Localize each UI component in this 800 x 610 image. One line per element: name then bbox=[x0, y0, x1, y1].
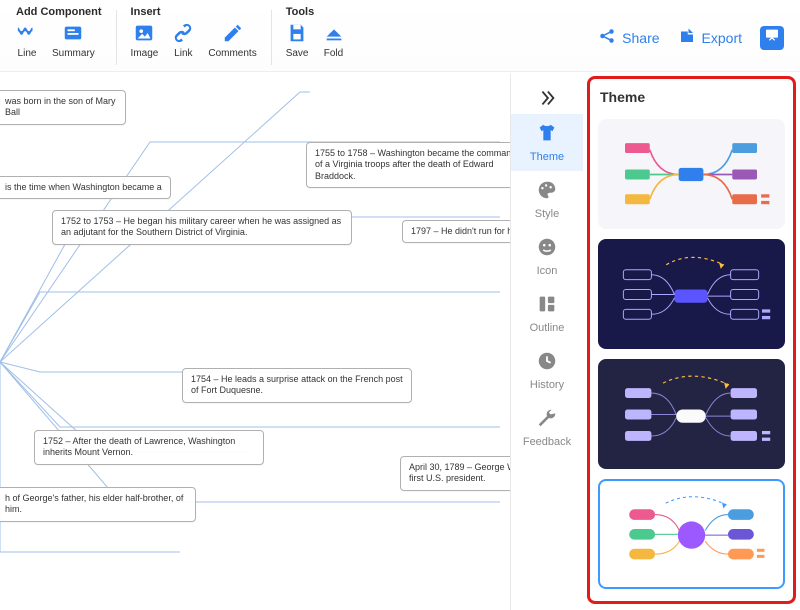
toolbar-divider bbox=[116, 10, 117, 65]
image-label: Image bbox=[131, 48, 159, 59]
fold-label: Fold bbox=[324, 48, 343, 59]
sidebar-tab-history[interactable]: History bbox=[511, 342, 583, 399]
summary-icon bbox=[62, 22, 84, 44]
tab-label: Style bbox=[535, 208, 559, 220]
line-button[interactable]: Line bbox=[14, 22, 40, 59]
theme-preview-icon bbox=[605, 125, 777, 224]
comments-button[interactable]: Comments bbox=[206, 22, 258, 59]
summary-label: Summary bbox=[52, 48, 95, 59]
line-label: Line bbox=[18, 48, 37, 59]
sidebar-tab-feedback[interactable]: Feedback bbox=[511, 399, 583, 456]
theme-preview-icon bbox=[611, 488, 772, 579]
export-label: Export bbox=[702, 30, 742, 46]
sidebar-tab-style[interactable]: Style bbox=[511, 171, 583, 228]
share-icon bbox=[598, 27, 616, 48]
share-button[interactable]: Share bbox=[598, 27, 659, 48]
save-icon bbox=[286, 22, 308, 44]
tshirt-icon bbox=[536, 122, 558, 149]
theme-preview-icon bbox=[605, 365, 777, 464]
mindmap-node[interactable]: h of George's father, his elder half-bro… bbox=[0, 487, 196, 522]
node-text: 1752 to 1753 – He began his military car… bbox=[61, 216, 341, 237]
presentation-button[interactable] bbox=[760, 26, 784, 50]
group-add-component: Add Component Line Summary bbox=[10, 4, 108, 71]
tab-label: Feedback bbox=[523, 436, 571, 448]
image-button[interactable]: Image bbox=[129, 22, 161, 59]
node-text: is the time when Washington became a bbox=[5, 182, 162, 192]
wrench-icon bbox=[536, 407, 558, 434]
group-title-add: Add Component bbox=[14, 4, 104, 22]
sidebar-tab-theme[interactable]: Theme bbox=[511, 114, 583, 171]
node-text: was born in the son of Mary Ball bbox=[5, 96, 116, 117]
mindmap-node[interactable]: 1755 to 1758 – Washington became the com… bbox=[306, 142, 536, 188]
presentation-icon bbox=[764, 27, 780, 48]
node-text: 1752 – After the death of Lawrence, Wash… bbox=[43, 436, 235, 457]
link-icon bbox=[172, 22, 194, 44]
node-text: 1797 – He didn't run for his bbox=[411, 226, 519, 236]
right-sidebar: Theme Style Icon Outline History Feedbac… bbox=[510, 74, 800, 610]
export-button[interactable]: Export bbox=[678, 27, 742, 48]
link-button[interactable]: Link bbox=[170, 22, 196, 59]
mindmap-node[interactable]: 1752 to 1753 – He began his military car… bbox=[52, 210, 352, 245]
fold-icon bbox=[323, 22, 345, 44]
image-icon bbox=[133, 22, 155, 44]
sidebar-tabs: Theme Style Icon Outline History Feedbac… bbox=[511, 74, 583, 610]
pencil-icon bbox=[222, 22, 244, 44]
main-area: was born in the son of Mary Ball is the … bbox=[0, 72, 800, 610]
collapse-sidebar-button[interactable] bbox=[511, 82, 583, 114]
theme-option-indigo-dark[interactable] bbox=[598, 239, 785, 349]
theme-preview-icon bbox=[605, 245, 777, 344]
comments-label: Comments bbox=[208, 48, 256, 59]
tab-label: History bbox=[530, 379, 564, 391]
link-label: Link bbox=[174, 48, 192, 59]
outline-icon bbox=[536, 293, 558, 320]
toolbar-divider bbox=[271, 10, 272, 65]
theme-option-navy-dark[interactable] bbox=[598, 359, 785, 469]
tab-label: Icon bbox=[537, 265, 558, 277]
mindmap-node[interactable]: is the time when Washington became a bbox=[0, 176, 171, 199]
theme-option-playful-color[interactable] bbox=[598, 479, 785, 589]
node-text: 1754 – He leads a surprise attack on the… bbox=[191, 374, 403, 395]
top-toolbar: Add Component Line Summary Insert bbox=[0, 0, 800, 72]
theme-panel-highlighted: Theme bbox=[587, 76, 796, 604]
tab-label: Outline bbox=[530, 322, 565, 334]
theme-option-classic-light[interactable] bbox=[598, 119, 785, 229]
share-label: Share bbox=[622, 30, 659, 46]
export-icon bbox=[678, 27, 696, 48]
sidebar-tab-outline[interactable]: Outline bbox=[511, 285, 583, 342]
node-text: h of George's father, his elder half-bro… bbox=[5, 493, 183, 514]
mindmap-node[interactable]: 1797 – He didn't run for his bbox=[402, 220, 528, 243]
node-text: April 30, 1789 – George Was first U.S. p… bbox=[409, 462, 525, 483]
mindmap-node[interactable]: 1752 – After the death of Lawrence, Wash… bbox=[34, 430, 264, 465]
summary-button[interactable]: Summary bbox=[50, 22, 97, 59]
node-text: 1755 to 1758 – Washington became the com… bbox=[315, 148, 524, 181]
group-tools: Tools Save Fold bbox=[280, 4, 351, 71]
sidebar-panel: Theme bbox=[583, 74, 800, 610]
mindmap-node[interactable]: was born in the son of Mary Ball bbox=[0, 90, 126, 125]
save-label: Save bbox=[286, 48, 309, 59]
group-title-insert: Insert bbox=[129, 4, 259, 22]
toolbar-right-actions: Share Export bbox=[598, 4, 790, 71]
palette-icon bbox=[536, 179, 558, 206]
mindmap-node[interactable]: 1754 – He leads a surprise attack on the… bbox=[182, 368, 412, 403]
smiley-icon bbox=[536, 236, 558, 263]
clock-icon bbox=[536, 350, 558, 377]
squiggle-icon bbox=[16, 22, 38, 44]
panel-title: Theme bbox=[598, 87, 785, 109]
group-title-tools: Tools bbox=[284, 4, 347, 22]
fold-button[interactable]: Fold bbox=[321, 22, 347, 59]
tab-label: Theme bbox=[530, 151, 564, 163]
group-insert: Insert Image Link Comments bbox=[125, 4, 263, 71]
save-button[interactable]: Save bbox=[284, 22, 311, 59]
sidebar-tab-icon[interactable]: Icon bbox=[511, 228, 583, 285]
